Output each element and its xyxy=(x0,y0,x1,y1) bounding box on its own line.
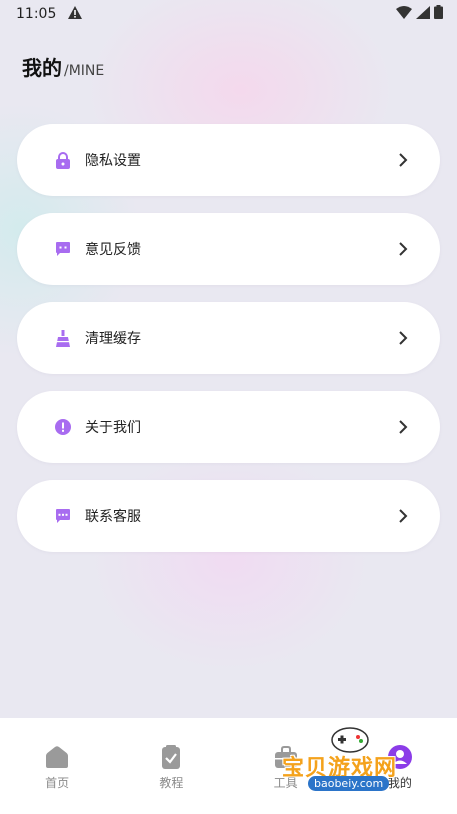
battery-icon xyxy=(434,5,443,23)
signal-icon xyxy=(416,5,430,23)
status-time: 11:05 xyxy=(16,6,57,22)
menu-item-label: 意见反馈 xyxy=(85,242,141,258)
info-icon xyxy=(54,418,72,436)
menu-item-feedback[interactable]: 意见反馈 xyxy=(17,213,440,285)
menu-item-label: 联系客服 xyxy=(85,509,141,525)
chevron-right-icon xyxy=(396,420,410,434)
menu-item-clear-cache[interactable]: 清理缓存 xyxy=(17,302,440,374)
chevron-right-icon xyxy=(396,509,410,523)
page-title: 我的 /MINE xyxy=(22,52,104,81)
tab-label: 首页 xyxy=(45,776,70,790)
chevron-right-icon xyxy=(396,331,410,345)
chevron-right-icon xyxy=(396,153,410,167)
menu-item-label: 隐私设置 xyxy=(85,153,141,169)
page-title-subtitle: /MINE xyxy=(64,63,105,79)
wifi-icon xyxy=(396,5,412,23)
watermark-url: baobeiy.com xyxy=(308,776,390,791)
menu-item-label: 清理缓存 xyxy=(85,331,141,347)
chat-icon xyxy=(54,507,72,525)
menu-item-label: 关于我们 xyxy=(85,420,141,436)
checklist-icon xyxy=(158,744,184,770)
tab-home[interactable]: 首页 xyxy=(0,744,114,791)
menu-item-contact-support[interactable]: 联系客服 xyxy=(17,480,440,552)
feedback-icon xyxy=(54,240,72,258)
alert-icon xyxy=(68,5,83,23)
menu-item-about-us[interactable]: 关于我们 xyxy=(17,391,440,463)
watermark-logo: 宝贝游戏网 baobeiy.com xyxy=(282,724,432,804)
page-title-main: 我的 xyxy=(22,56,62,80)
home-icon xyxy=(44,744,70,770)
broom-icon xyxy=(54,329,72,347)
tab-tutorial[interactable]: 教程 xyxy=(114,744,228,791)
lock-icon xyxy=(54,151,72,169)
chevron-right-icon xyxy=(396,242,410,256)
tab-label: 教程 xyxy=(159,776,184,790)
menu-list: 隐私设置 意见反馈 清理缓存 关于我们 联系客服 xyxy=(17,124,440,552)
status-bar: 11:05 xyxy=(0,0,457,28)
menu-item-privacy-settings[interactable]: 隐私设置 xyxy=(17,124,440,196)
